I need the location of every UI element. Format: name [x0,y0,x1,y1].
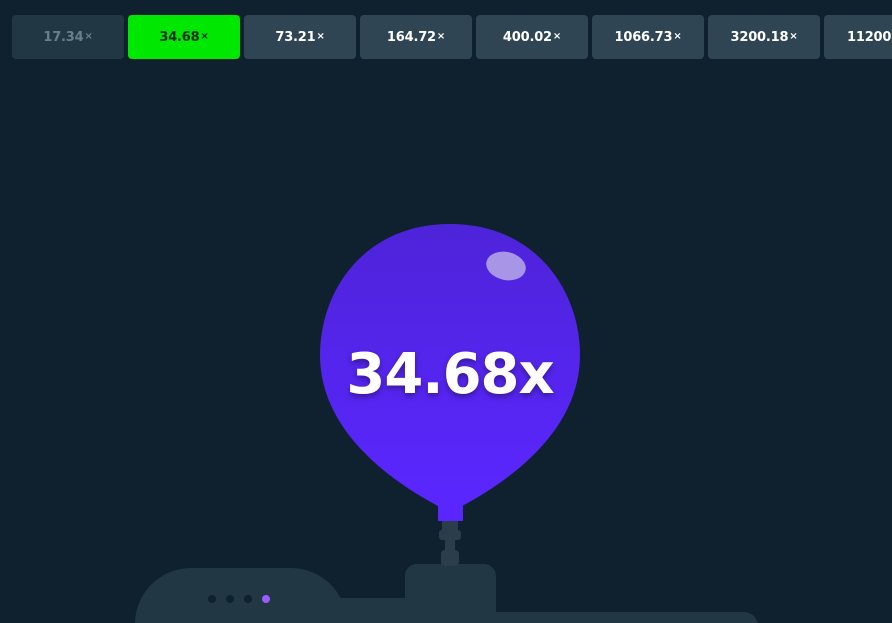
pump-progress-dots [208,595,270,603]
multiplier-pill-4[interactable]: 164.72 × [360,15,472,59]
pump-base-right [480,612,758,623]
balloon-knot [438,504,463,521]
multiplier-value: 3200.18 [730,29,789,45]
pump-nozzle-housing [405,564,496,623]
progress-dot-active [262,595,270,603]
current-multiplier: 34.68x [346,342,554,407]
multiplier-value: 17.34 [43,29,84,45]
multiplier-pill-6[interactable]: 1066.73 × [592,15,704,59]
multiplier-value: 164.72 [386,29,436,45]
multiplier-suffix: × [436,30,446,42]
multiplier-strip: 17.34 × 34.68 × 73.21 × 164.72 × 400.02 × 106… [0,0,892,74]
multiplier-suffix: × [789,30,798,42]
nozzle [439,520,461,566]
multiplier-suffix: × [200,30,209,42]
multiplier-suffix: × [84,30,93,42]
balloon-highlight [486,251,526,281]
progress-dot [226,595,234,603]
multiplier-suffix: × [552,30,562,42]
multiplier-suffix: × [316,30,325,42]
multiplier-value: 34.68 [159,29,200,45]
pump-game-stage: 17.34 × 34.68 × 73.21 × 164.72 × 400.02 × 106… [0,0,892,623]
multiplier-pill-2[interactable]: 34.68 × [128,15,240,59]
multiplier-value: 1066.73 [614,29,673,45]
multiplier-pill-8[interactable]: 11200× [824,15,892,59]
balloon: 34.68x [0,0,892,623]
balloon-body [320,224,580,506]
multiplier-pill-5[interactable]: 400.02 × [476,15,588,59]
progress-dot [244,595,252,603]
multiplier-value: 11200 [847,29,892,45]
multiplier-value: 73.21 [275,29,316,45]
multiplier-pill-1[interactable]: 17.34 × [12,15,124,59]
multiplier-pill-7[interactable]: 3200.18 × [708,15,820,59]
multiplier-value: 400.02 [502,29,552,45]
progress-dot [208,595,216,603]
multiplier-suffix: × [673,30,682,42]
multiplier-pill-3[interactable]: 73.21 × [244,15,356,59]
balloon-graphic [320,224,580,566]
